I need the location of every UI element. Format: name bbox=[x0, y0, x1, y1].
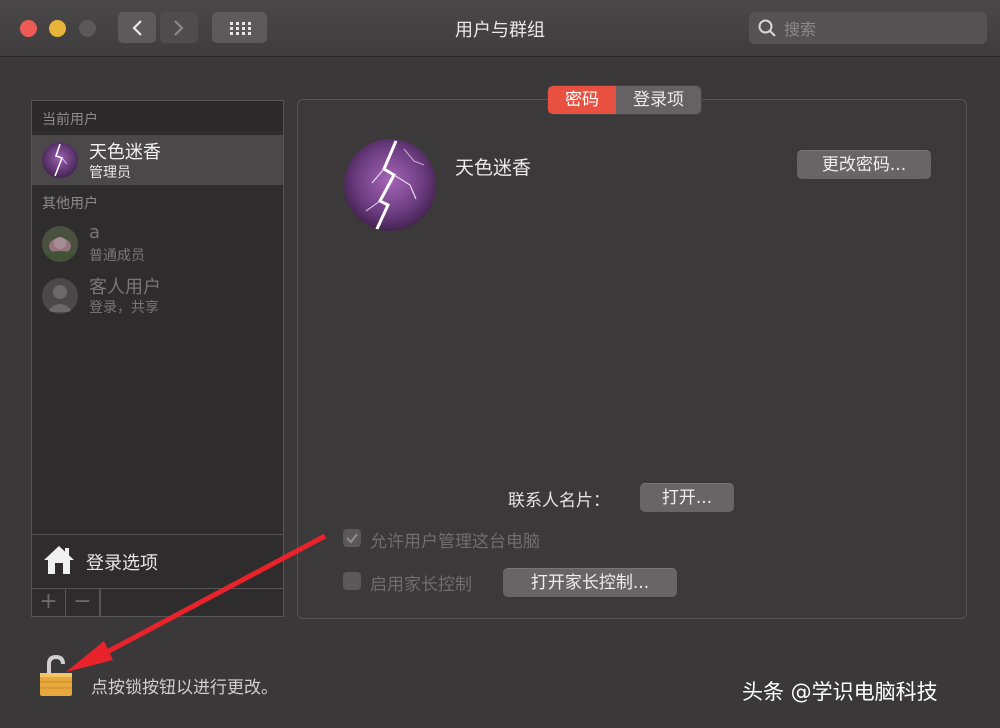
close-button[interactable] bbox=[20, 20, 37, 37]
search-icon bbox=[758, 19, 776, 37]
add-remove-bar: + − bbox=[32, 588, 283, 617]
allow-admin-checkbox[interactable] bbox=[343, 529, 361, 547]
add-user-button[interactable]: + bbox=[32, 589, 66, 617]
search-field[interactable] bbox=[749, 12, 987, 44]
user-row-a[interactable]: a 普通成员 bbox=[32, 219, 283, 267]
user-name: 天色迷香 bbox=[89, 142, 161, 163]
minimize-button[interactable] bbox=[49, 20, 66, 37]
user-role: 管理员 bbox=[89, 165, 131, 181]
user-name: 客人用户 bbox=[89, 277, 161, 298]
user-row-guest[interactable]: 客人用户 登录，共享 bbox=[32, 271, 283, 319]
login-options-label: 登录选项 bbox=[86, 553, 158, 574]
users-sidebar: 当前用户 天色迷香 管理员 其他用户 a 普通成员 客人用户 登录，共享 登录选… bbox=[31, 100, 284, 617]
search-input[interactable] bbox=[782, 16, 981, 42]
zoom-button[interactable] bbox=[79, 20, 96, 37]
other-users-header: 其他用户 bbox=[42, 196, 98, 212]
login-options-row[interactable]: 登录选项 bbox=[32, 534, 283, 587]
change-password-button[interactable]: 更改密码... bbox=[797, 150, 931, 179]
avatar bbox=[42, 142, 78, 178]
user-row-current[interactable]: 天色迷香 管理员 bbox=[32, 135, 283, 185]
open-contacts-button[interactable]: 打开... bbox=[640, 483, 734, 512]
lock-button[interactable] bbox=[38, 654, 74, 697]
forward-button[interactable] bbox=[160, 12, 198, 43]
grid-icon bbox=[229, 21, 251, 35]
contacts-card-label: 联系人名片： bbox=[508, 491, 610, 511]
avatar bbox=[42, 226, 78, 262]
chevron-left-icon bbox=[132, 19, 142, 36]
chevron-right-icon bbox=[174, 19, 184, 36]
user-role: 登录，共享 bbox=[89, 300, 159, 316]
padlock-icon bbox=[40, 654, 72, 696]
tab-password[interactable]: 密码 bbox=[548, 86, 616, 114]
remove-user-button[interactable]: − bbox=[66, 589, 100, 617]
users-groups-window: 用户与群组 当前用户 天色迷香 管理员 其他用户 a 普通成员 bbox=[0, 0, 1000, 728]
tab-bar: 密码 登录项 bbox=[548, 86, 701, 114]
allow-admin-label: 允许用户管理这台电脑 bbox=[370, 532, 540, 552]
tab-login-items[interactable]: 登录项 bbox=[616, 86, 701, 114]
watermark-text: 头条 @学识电脑科技 bbox=[742, 680, 938, 704]
back-button[interactable] bbox=[118, 12, 156, 43]
current-users-header: 当前用户 bbox=[32, 101, 283, 131]
guest-avatar-icon bbox=[42, 278, 78, 314]
title-bar: 用户与群组 bbox=[0, 0, 1000, 57]
checkmark-icon bbox=[346, 533, 358, 544]
show-all-button[interactable] bbox=[212, 12, 267, 43]
parental-control-checkbox[interactable] bbox=[343, 572, 361, 590]
user-role: 普通成员 bbox=[89, 248, 145, 264]
user-avatar[interactable] bbox=[344, 139, 436, 231]
house-icon bbox=[44, 546, 74, 574]
parental-control-label: 启用家长控制 bbox=[370, 575, 472, 595]
lock-hint-text: 点按锁按钮以进行更改。 bbox=[91, 678, 278, 698]
user-name: a bbox=[89, 222, 101, 243]
user-name-title: 天色迷香 bbox=[455, 157, 532, 179]
bar-divider bbox=[100, 589, 101, 617]
open-parental-controls-button[interactable]: 打开家长控制... bbox=[503, 568, 677, 597]
